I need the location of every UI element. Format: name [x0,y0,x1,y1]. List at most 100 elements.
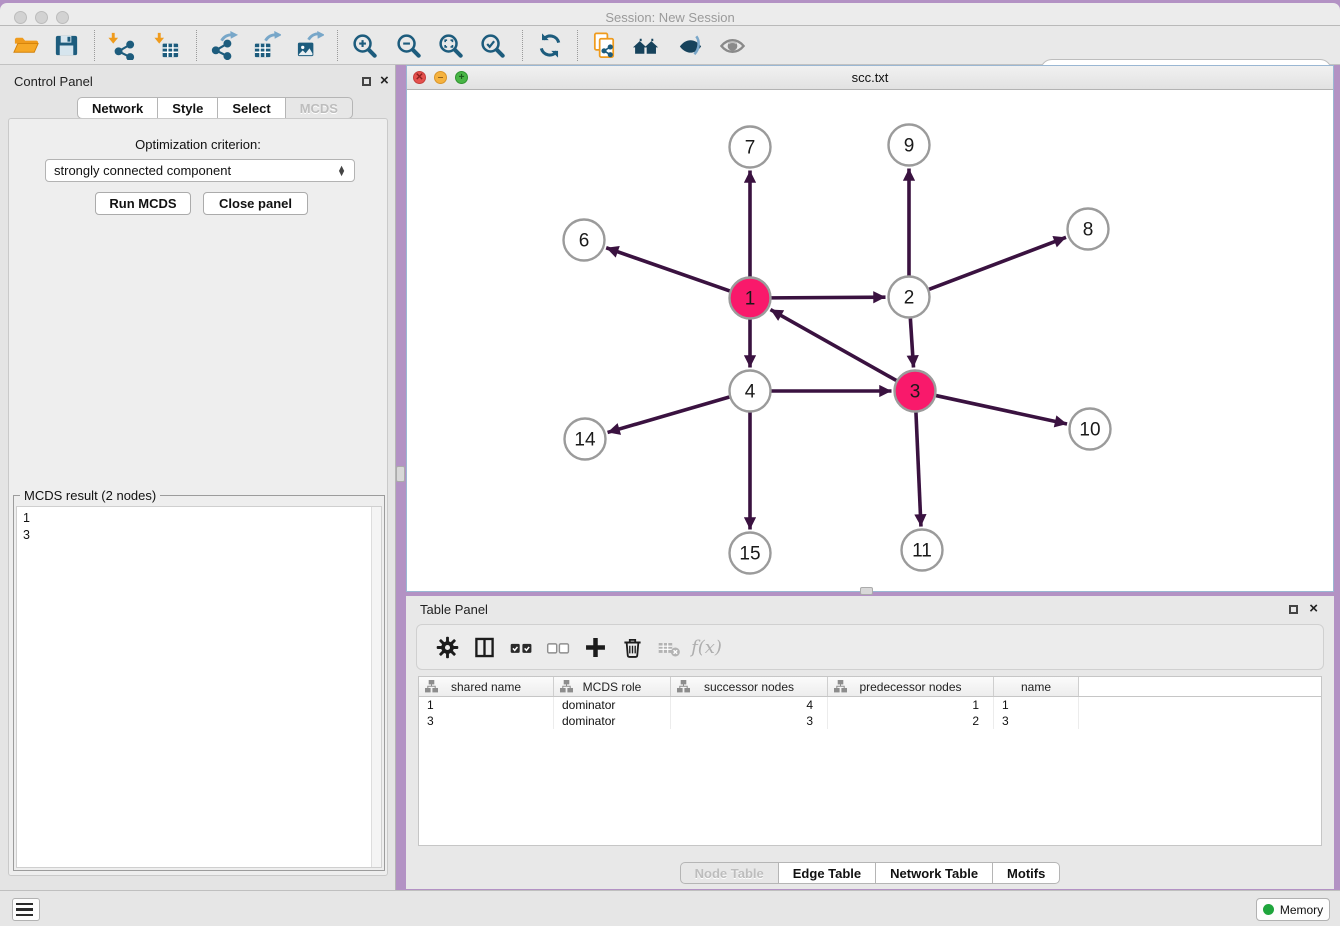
optimization-criterion-select[interactable]: strongly connected component ▲▼ [45,159,355,182]
column-header-shared-name[interactable]: shared name [419,677,554,696]
task-history-button[interactable] [12,898,40,921]
zoom-in-button[interactable] [346,29,382,62]
edge-3-11[interactable] [916,412,921,526]
deselect-all-button[interactable] [540,630,577,664]
tab-edge-table[interactable]: Edge Table [779,862,876,884]
tab-network-table[interactable]: Network Table [876,862,993,884]
control-panel-title: Control Panel [14,74,93,89]
run-mcds-button[interactable]: Run MCDS [95,192,191,215]
open-session-button[interactable] [8,29,44,62]
control-panel-close-icon[interactable]: × [380,75,389,86]
toolbar-separator [522,30,523,61]
zoom-fit-button[interactable] [432,29,468,62]
cell-1-0[interactable]: 3 [419,713,554,729]
table-settings-button[interactable] [429,630,466,664]
edge-2-8[interactable] [929,237,1066,289]
cell-0-3[interactable]: 1 [828,697,994,713]
cell-0-0[interactable]: 1 [419,697,554,713]
save-session-button[interactable] [48,29,84,62]
edge-2-3[interactable] [910,318,913,367]
zoom-fit-icon [436,31,465,60]
node-6[interactable]: 6 [564,220,605,261]
function-builder-button[interactable]: f(x) [688,630,725,664]
edge-3-10[interactable] [936,396,1067,424]
network-window-titlebar[interactable]: ✕ – + scc.txt [407,66,1333,90]
table-tabs: Node Table Edge Table Network Table Moti… [406,862,1334,884]
show-graphics-details-button[interactable] [714,29,750,62]
node-7[interactable]: 7 [730,127,771,168]
memory-button[interactable]: Memory [1256,898,1330,921]
column-header-MCDS-role[interactable]: MCDS role [554,677,671,696]
tab-motifs[interactable]: Motifs [993,862,1060,884]
cell-1-3[interactable]: 2 [828,713,994,729]
hide-graphics-details-button[interactable] [672,29,708,62]
table-row[interactable]: 3dominator323 [419,713,1321,729]
delete-table-button[interactable] [651,630,688,664]
show-columns-button[interactable] [466,630,503,664]
node-1[interactable]: 1 [730,278,771,319]
column-header-successor-nodes[interactable]: successor nodes [671,677,828,696]
node-3[interactable]: 3 [895,371,936,412]
column-header-predecessor-nodes[interactable]: predecessor nodes [828,677,994,696]
table-panel-float-icon[interactable] [1289,602,1298,617]
tab-mcds[interactable]: MCDS [286,97,353,119]
hierarchy-icon [834,680,847,693]
table-panel-close-icon[interactable]: × [1309,603,1318,614]
edge-3-1[interactable] [770,310,896,381]
cell-1-4[interactable]: 3 [994,713,1079,729]
column-header-name[interactable]: name [994,677,1079,696]
tab-style[interactable]: Style [158,97,218,119]
node-label-7: 7 [745,138,756,159]
node-15[interactable]: 15 [730,533,771,574]
columns-icon [471,634,498,661]
export-table-button[interactable] [248,29,284,62]
export-network-button[interactable] [206,29,242,62]
table-header-row: shared nameMCDS rolesuccessor nodesprede… [419,677,1321,697]
select-all-button[interactable] [503,630,540,664]
zoom-selected-button[interactable] [474,29,510,62]
delete-row-button[interactable] [614,630,651,664]
cell-1-1[interactable]: dominator [554,713,671,729]
import-table-button[interactable] [148,29,184,62]
cell-0-4[interactable]: 1 [994,697,1079,713]
node-4[interactable]: 4 [730,371,771,412]
node-label-10: 10 [1079,420,1100,441]
import-network-button[interactable] [102,29,138,62]
node-10[interactable]: 10 [1070,409,1111,450]
table-row[interactable]: 1dominator411 [419,697,1321,713]
node-label-6: 6 [579,231,590,252]
cell-1-2[interactable]: 3 [671,713,828,729]
close-panel-button[interactable]: Close panel [203,192,308,215]
edge-1-6[interactable] [606,248,730,291]
horizontal-splitter-handle[interactable] [860,587,873,595]
zoom-out-button[interactable] [390,29,426,62]
node-14[interactable]: 14 [565,419,606,460]
cell-0-1[interactable]: dominator [554,697,671,713]
vertical-splitter-handle[interactable] [396,466,405,482]
show-all-networks-button[interactable] [628,29,664,62]
node-8[interactable]: 8 [1068,209,1109,250]
node-label-2: 2 [904,288,915,309]
mcds-result-textarea[interactable]: 1 3 [16,506,382,868]
clone-network-button[interactable] [586,29,622,62]
tab-node-table[interactable]: Node Table [680,862,779,884]
node-2[interactable]: 2 [889,277,930,318]
result-scrollbar[interactable] [371,507,381,867]
tab-network[interactable]: Network [77,97,158,119]
list-icon [19,903,33,906]
eye-off-icon [676,31,705,60]
control-panel: Control Panel × Network Style Select MCD… [0,65,396,890]
add-row-button[interactable] [577,630,614,664]
control-panel-float-icon[interactable] [362,74,371,89]
edge-1-2[interactable] [771,297,885,298]
node-11[interactable]: 11 [902,530,943,571]
edge-4-14[interactable] [608,397,730,432]
tab-select[interactable]: Select [218,97,285,119]
select-all-icon [508,634,535,661]
export-image-button[interactable] [291,29,327,62]
node-9[interactable]: 9 [889,125,930,166]
delete-table-icon [656,634,683,661]
cell-0-2[interactable]: 4 [671,697,828,713]
network-canvas[interactable]: 7 9 6 8 1 2 4 3 14 10 15 11 [407,90,1333,591]
apply-layout-button[interactable] [532,29,568,62]
